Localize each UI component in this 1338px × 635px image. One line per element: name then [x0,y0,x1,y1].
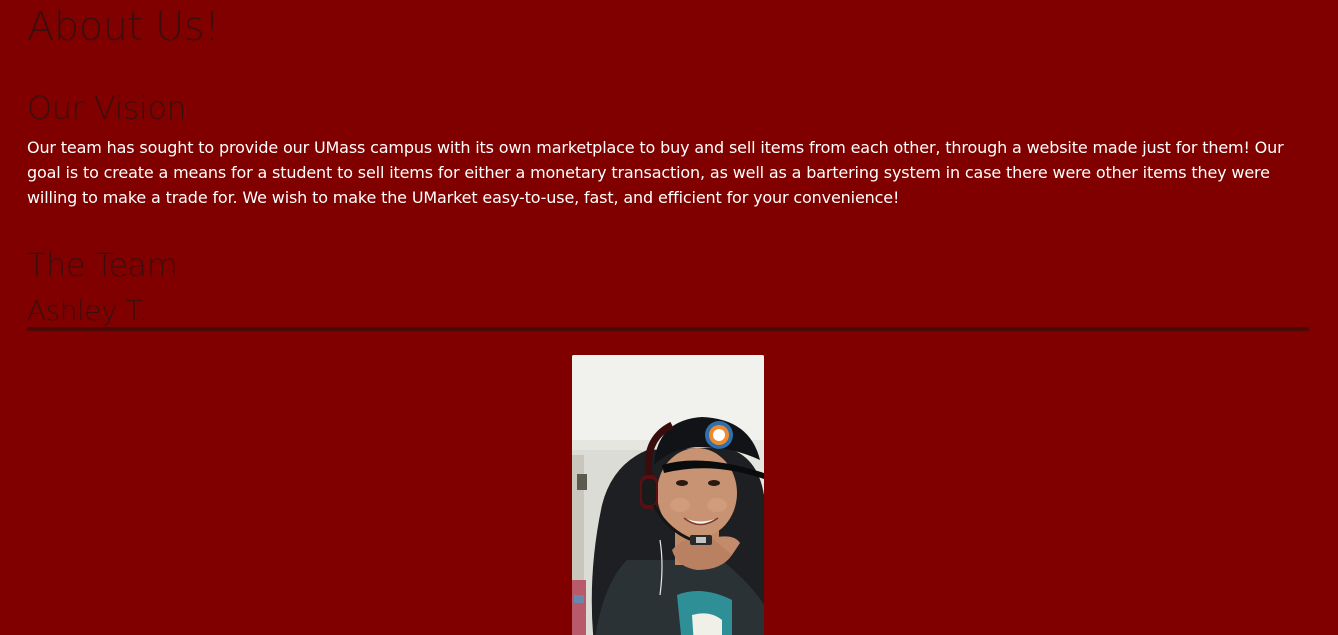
member-name: Ashley T. [27,294,148,327]
vision-heading: Our Vision [27,89,187,127]
member-divider [27,327,1309,331]
member-photo [572,355,764,635]
about-page: About Us! Our Vision Our team has sought… [0,0,1338,635]
page-title: About Us! [27,4,220,50]
team-heading: The Team [27,246,178,284]
member-photo-illustration [572,355,764,635]
vision-paragraph: Our team has sought to provide our UMass… [27,138,1284,207]
